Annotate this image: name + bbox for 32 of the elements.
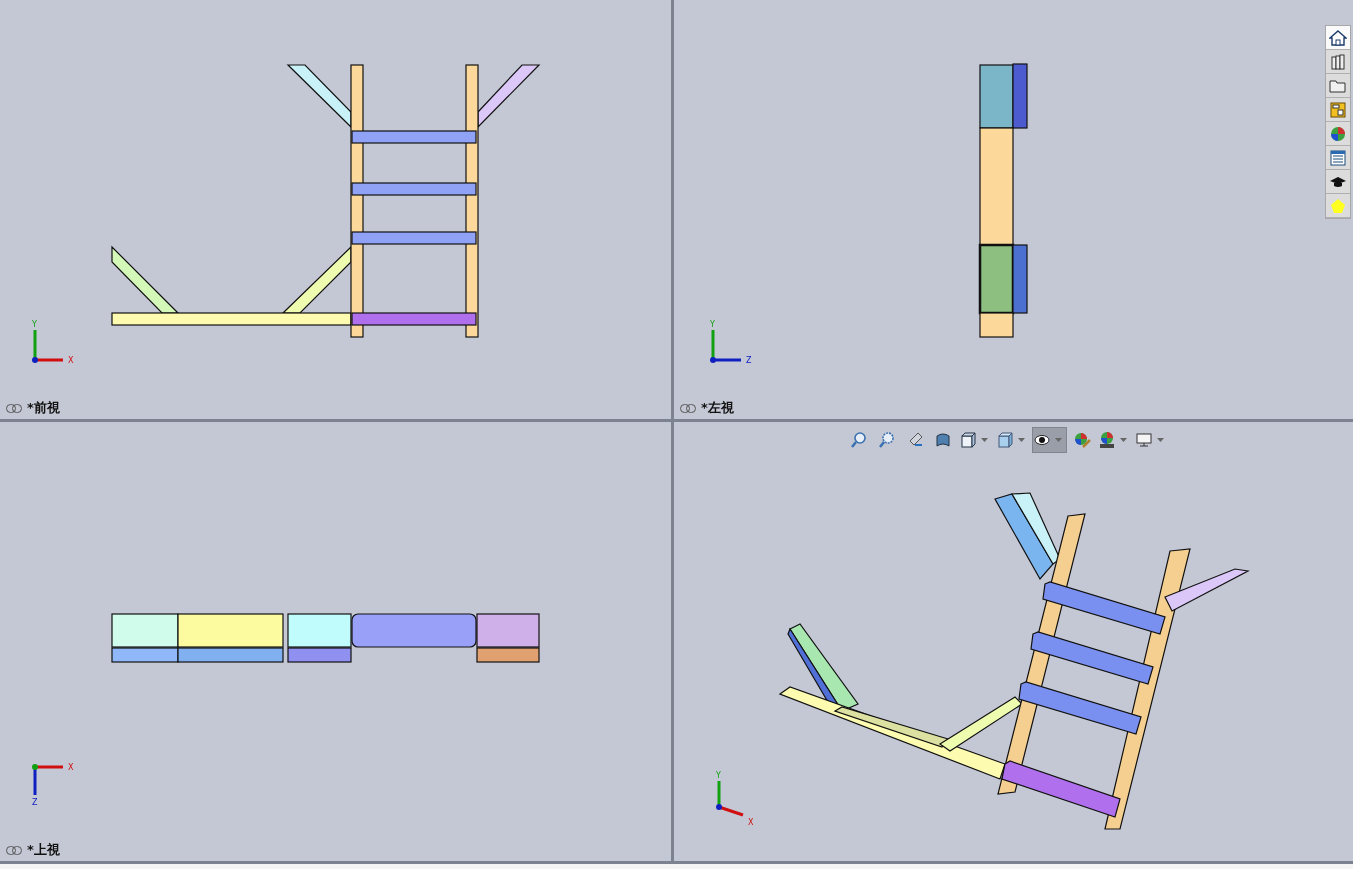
link-icon — [6, 845, 22, 855]
viewport[interactable]: X Z *上視 — [0, 422, 671, 861]
magnifier-icon — [878, 431, 896, 449]
home-icon — [1329, 28, 1347, 47]
viewport[interactable]: Y Z *左視 — [674, 0, 1353, 419]
books-icon — [1329, 52, 1347, 71]
view-label: *左視 — [701, 399, 734, 417]
cube-icon — [959, 431, 977, 449]
caret-icon[interactable] — [1120, 438, 1127, 442]
axis-triad: X Z — [32, 763, 74, 807]
caret-icon[interactable] — [1157, 438, 1164, 442]
axis-triad: Y Z — [710, 320, 752, 365]
list-icon — [1329, 148, 1347, 167]
viewport[interactable]: Y X *前視 — [0, 0, 671, 419]
task-pane-tab[interactable] — [1326, 170, 1350, 194]
color-ball-pencil-icon — [1073, 431, 1091, 449]
view-label: *上視 — [27, 841, 60, 859]
shaded-cube-icon — [996, 431, 1014, 449]
monitor-icon — [1135, 431, 1153, 449]
palette-icon — [1329, 100, 1347, 119]
view-label: *前視 — [27, 399, 60, 417]
link-icon — [6, 403, 22, 413]
color-ball-scene-icon — [1098, 431, 1116, 449]
caret-icon[interactable] — [1018, 438, 1025, 442]
caret-icon[interactable] — [981, 438, 988, 442]
toolbar-button[interactable] — [1032, 427, 1067, 453]
task-pane-tab[interactable] — [1326, 26, 1350, 50]
color-ball-icon — [1329, 124, 1347, 143]
axis-triad: Y X — [32, 320, 74, 365]
magnifier-icon — [850, 431, 868, 449]
axis-triad: Y X — [716, 771, 754, 827]
link-icon — [680, 403, 696, 413]
